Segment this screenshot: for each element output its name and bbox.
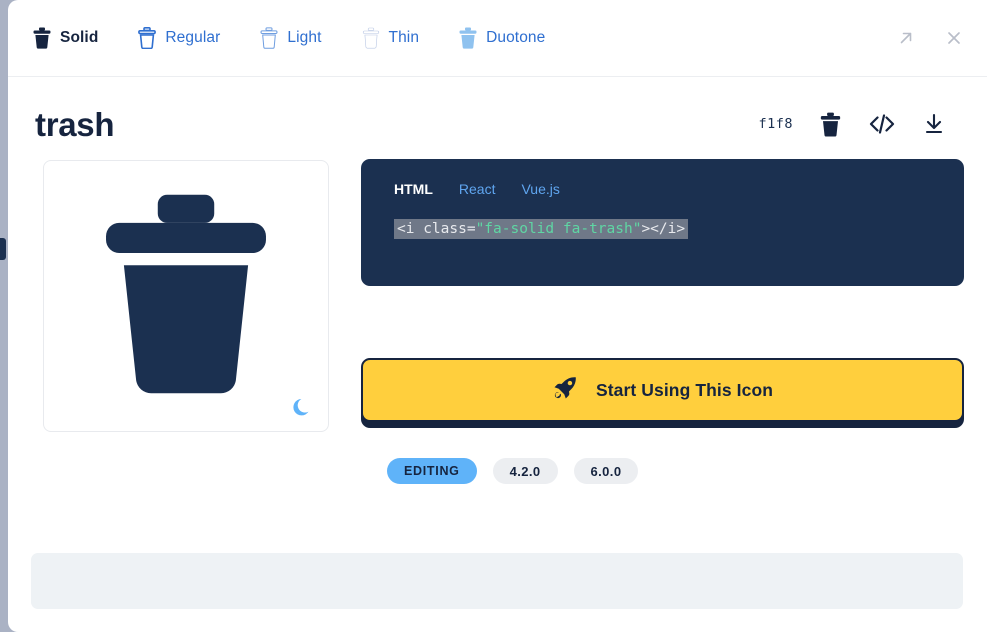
cta-label: Start Using This Icon xyxy=(596,380,773,401)
style-tab-label: Light xyxy=(287,29,321,47)
badge-row: EDITING 4.2.0 6.0.0 xyxy=(387,458,964,484)
version-badge-6-0-0[interactable]: 6.0.0 xyxy=(574,458,639,484)
unicode-value: f1f8 xyxy=(758,116,793,132)
style-tab-bar: Solid Regular Light xyxy=(8,0,987,77)
trash-action-icon[interactable] xyxy=(820,112,841,137)
code-snippet-value: "fa-solid fa-trash" xyxy=(476,221,642,237)
style-tab-label: Solid xyxy=(60,29,98,47)
trash-regular-icon xyxy=(138,27,156,49)
moon-icon[interactable] xyxy=(292,397,312,418)
style-tab-solid[interactable]: Solid xyxy=(33,27,98,49)
external-link-arrow-icon[interactable] xyxy=(893,25,919,51)
code-panel: HTML React Vue.js <i class="fa-solid fa-… xyxy=(361,159,964,286)
page-title: trash xyxy=(35,108,114,141)
style-tab-label: Regular xyxy=(165,29,220,47)
code-snippet-open: <i class= xyxy=(397,221,476,237)
style-tab-label: Duotone xyxy=(486,29,545,47)
title-actions: f1f8 xyxy=(758,112,965,137)
code-snippet-close: ></i> xyxy=(641,221,685,237)
bottom-placeholder-bar xyxy=(31,553,963,609)
right-column: HTML React Vue.js <i class="fa-solid fa-… xyxy=(361,159,964,484)
code-snippet[interactable]: <i class="fa-solid fa-trash"></i> xyxy=(394,219,688,239)
icon-preview-card xyxy=(43,160,329,432)
window-controls xyxy=(893,25,967,51)
status-badge-editing[interactable]: EDITING xyxy=(387,458,477,484)
trash-solid-preview-icon xyxy=(101,190,271,402)
trash-thin-icon xyxy=(362,27,380,49)
trash-light-icon xyxy=(260,27,278,49)
icon-detail-modal: Solid Regular Light xyxy=(8,0,987,632)
rocket-icon xyxy=(552,374,579,406)
style-tab-label: Thin xyxy=(389,29,420,47)
code-action-icon[interactable] xyxy=(868,112,896,136)
version-badge-4-2-0[interactable]: 4.2.0 xyxy=(493,458,558,484)
code-tab-vuejs[interactable]: Vue.js xyxy=(521,181,559,197)
style-tab-duotone[interactable]: Duotone xyxy=(459,27,545,49)
left-edge-handle[interactable] xyxy=(0,238,6,260)
close-x-icon[interactable] xyxy=(941,25,967,51)
content-area: HTML React Vue.js <i class="fa-solid fa-… xyxy=(8,149,987,484)
trash-duotone-icon xyxy=(459,27,477,49)
start-using-icon-button[interactable]: Start Using This Icon xyxy=(361,358,964,422)
download-action-icon[interactable] xyxy=(923,112,945,136)
code-tab-html[interactable]: HTML xyxy=(394,181,433,197)
style-tab-regular[interactable]: Regular xyxy=(138,27,220,49)
title-row: trash f1f8 xyxy=(8,77,987,149)
style-tab-light[interactable]: Light xyxy=(260,27,321,49)
code-tabs: HTML React Vue.js xyxy=(394,181,932,197)
code-tab-react[interactable]: React xyxy=(459,181,496,197)
trash-solid-icon xyxy=(33,27,51,49)
style-tab-thin[interactable]: Thin xyxy=(362,27,420,49)
